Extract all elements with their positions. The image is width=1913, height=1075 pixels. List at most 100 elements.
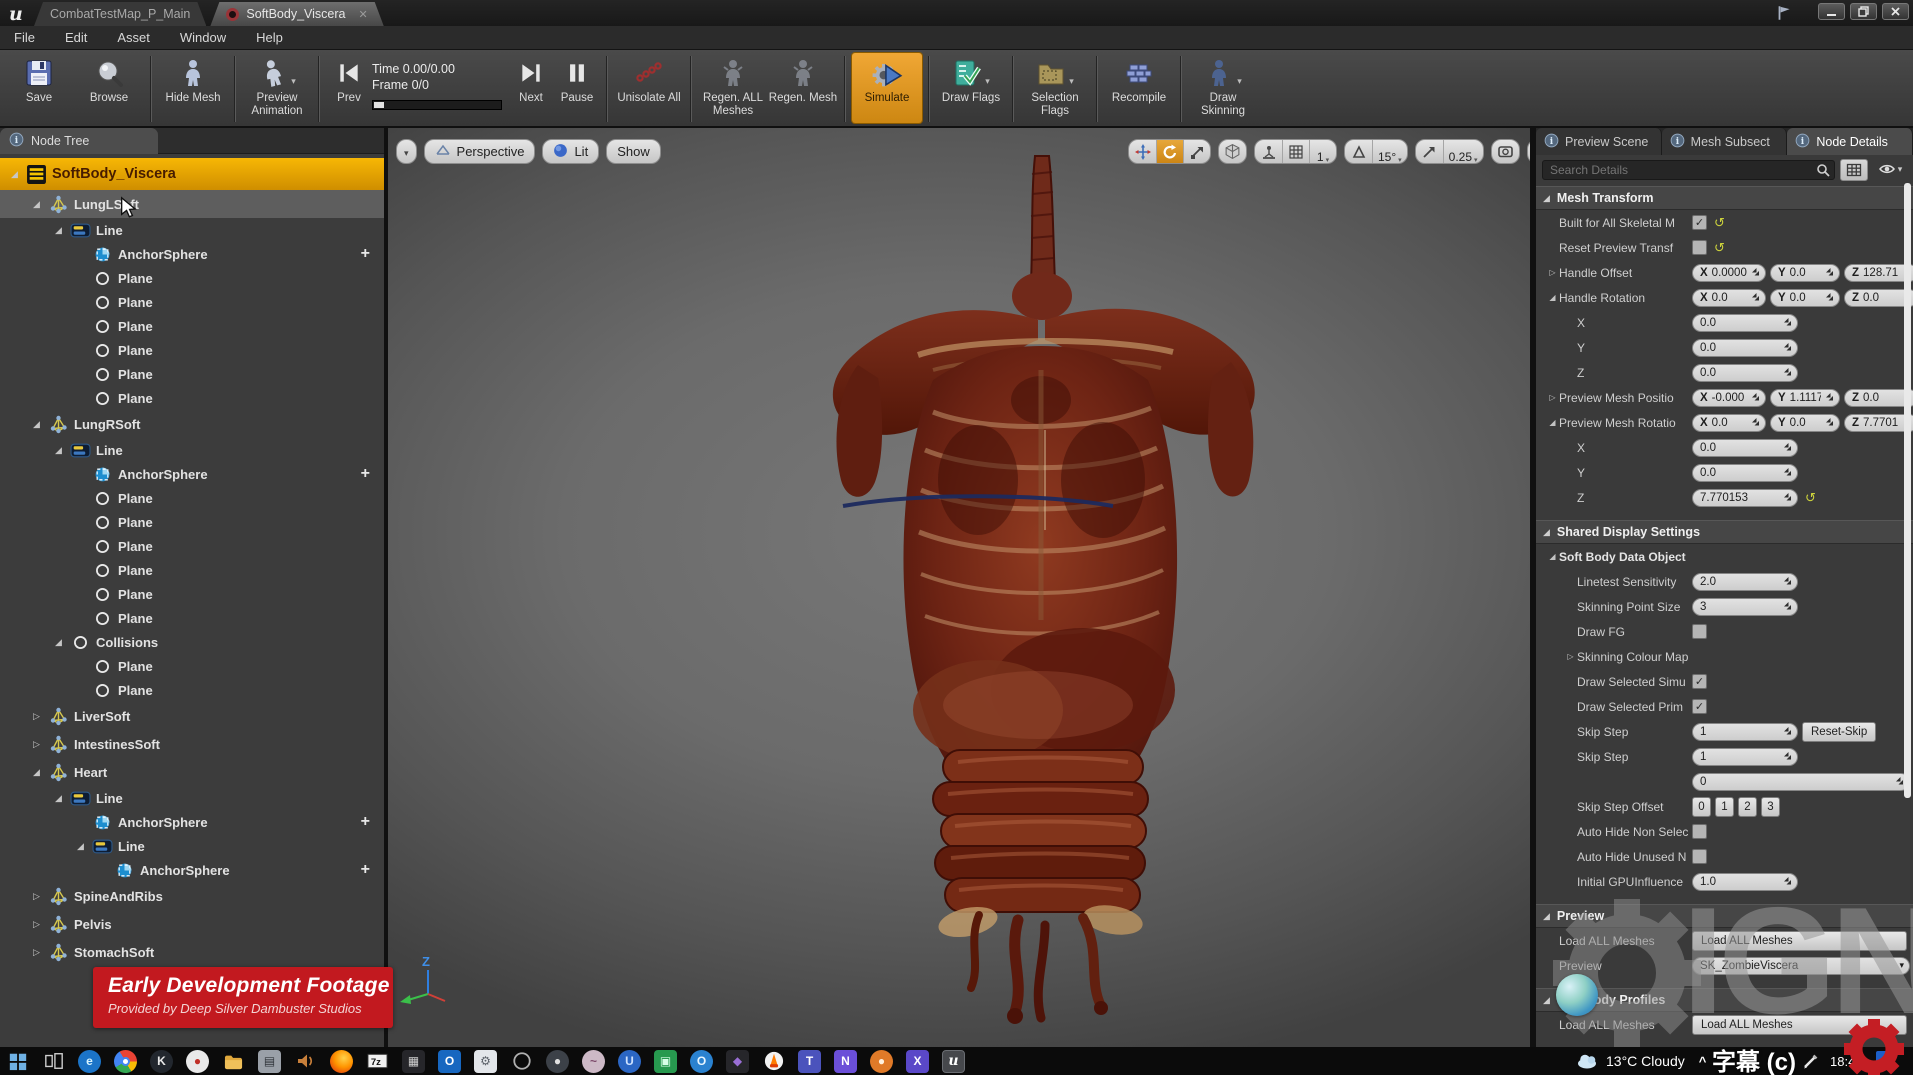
drag-handle-icon[interactable] xyxy=(1825,392,1834,404)
drag-handle-icon[interactable] xyxy=(1783,367,1792,379)
taskbar-icon-unreal-editor[interactable]: u xyxy=(942,1050,965,1073)
expand-arrow-icon[interactable]: ◢ xyxy=(1546,552,1559,561)
taskbar-icon-diamond-app[interactable]: ◆ xyxy=(726,1050,749,1073)
collapse-arrow-icon[interactable]: ▷ xyxy=(28,919,45,930)
show-button[interactable]: Show xyxy=(606,139,661,164)
offset-button-2[interactable]: 2 xyxy=(1738,797,1757,817)
tab-preview-scene[interactable]: iPreview Scene xyxy=(1536,128,1662,155)
lit-mode-button[interactable]: Lit xyxy=(542,139,599,164)
asset-tab-combattestmap-p-main[interactable]: CombatTestMap_P_Main xyxy=(34,2,206,26)
z-value-field[interactable]: Z0.0 xyxy=(1844,389,1913,407)
tree-item-heart[interactable]: ◢Heart xyxy=(0,758,384,786)
tree-item-plane[interactable]: Plane xyxy=(0,678,384,702)
clock-text[interactable]: 18:41 xyxy=(1830,1054,1863,1069)
regen-mesh-button[interactable]: Regen. Mesh xyxy=(768,53,838,105)
menu-item-asset[interactable]: Asset xyxy=(117,30,150,45)
offset-button-1[interactable]: 1 xyxy=(1715,797,1734,817)
tree-item-plane[interactable]: Plane xyxy=(0,510,384,534)
surface-snap-button[interactable] xyxy=(1255,139,1282,164)
tree-item-line[interactable]: ◢Line xyxy=(0,786,384,810)
chevron-down-icon[interactable]: ▾ xyxy=(1069,75,1074,88)
tree-item-plane[interactable]: Plane xyxy=(0,338,384,362)
rotation-snap-value[interactable]: 15°▾ xyxy=(1372,139,1407,164)
selection-flags-button[interactable]: ▾Selection Flags xyxy=(1020,53,1090,118)
taskbar-icon-firefox-browser[interactable] xyxy=(330,1050,353,1073)
taskbar-icon-file-explorer[interactable] xyxy=(222,1050,245,1073)
close-button[interactable] xyxy=(1882,3,1909,20)
taskbar-icon-edge-browser[interactable]: e xyxy=(78,1050,101,1073)
minimize-button[interactable] xyxy=(1818,3,1845,20)
tree-item-stomachsoft[interactable]: ▷StomachSoft xyxy=(0,938,384,966)
taskbar-icon-shield-app[interactable]: U xyxy=(618,1050,641,1073)
regen-all-meshes-button[interactable]: Regen. ALL Meshes xyxy=(698,53,768,118)
grid-snap-value[interactable]: 1▾ xyxy=(1309,139,1336,164)
tree-item-pelvis[interactable]: ▷Pelvis xyxy=(0,910,384,938)
tree-item-line[interactable]: ◢Line xyxy=(0,834,384,858)
taskbar-icon-vs-app[interactable]: X xyxy=(906,1050,929,1073)
spin-value-field[interactable]: 1 xyxy=(1692,723,1798,741)
tree-item-spineandribs[interactable]: ▷SpineAndRibs xyxy=(0,882,384,910)
x-value-field[interactable]: X0.0000 xyxy=(1692,264,1766,282)
load-all-meshes-button[interactable]: Load ALL Meshes xyxy=(1692,931,1907,951)
drag-handle-icon[interactable] xyxy=(1783,601,1792,613)
drag-handle-icon[interactable] xyxy=(1825,417,1834,429)
expand-arrow-icon[interactable]: ◢ xyxy=(1546,418,1559,427)
rotation-snap-button[interactable] xyxy=(1345,139,1372,164)
tree-item-plane[interactable]: Plane xyxy=(0,290,384,314)
expand-arrow-icon[interactable]: ◢ xyxy=(72,841,89,852)
spin-value-field[interactable]: 7.770153 xyxy=(1692,489,1798,507)
viewport-3d[interactable]: ▾ Perspective Lit Show 1▾ xyxy=(388,128,1530,1047)
add-node-button[interactable]: + xyxy=(361,245,370,263)
expand-arrow-icon[interactable]: ◢ xyxy=(28,767,45,778)
expand-arrow-icon[interactable]: ◢ xyxy=(1546,293,1559,302)
drag-handle-icon[interactable] xyxy=(1751,292,1760,304)
drag-handle-icon[interactable] xyxy=(1783,576,1792,588)
expand-arrow-icon[interactable]: ◢ xyxy=(50,445,67,456)
tree-item-plane[interactable]: Plane xyxy=(0,362,384,386)
checkbox[interactable] xyxy=(1692,824,1707,839)
add-node-button[interactable]: + xyxy=(361,861,370,879)
section-preview[interactable]: ◢Preview xyxy=(1536,904,1913,928)
tree-item-anchorsphere[interactable]: AnchorSphere+ xyxy=(0,242,384,266)
pause-button[interactable]: Pause xyxy=(554,53,600,105)
checkbox-checked[interactable]: ✓ xyxy=(1692,674,1707,689)
taskbar-icon-purple-n-app[interactable]: N xyxy=(834,1050,857,1073)
tree-item-collisions[interactable]: ◢Collisions xyxy=(0,630,384,654)
spin-value-field[interactable]: 0.0 xyxy=(1692,464,1798,482)
checkbox-checked[interactable]: ✓ xyxy=(1692,215,1707,230)
camera-button[interactable] xyxy=(1492,139,1519,164)
save-button[interactable]: Save xyxy=(4,53,74,105)
spin-value-field[interactable]: 0.0 xyxy=(1692,339,1798,357)
reset-to-default-icon[interactable]: ↺ xyxy=(1805,491,1816,504)
drag-handle-icon[interactable] xyxy=(1783,876,1792,888)
collapse-arrow-icon[interactable]: ▷ xyxy=(28,947,45,958)
tree-item-softbody-viscera[interactable]: ◢SoftBody_Viscera xyxy=(0,158,384,190)
add-node-button[interactable]: + xyxy=(361,813,370,831)
menu-item-help[interactable]: Help xyxy=(256,30,283,45)
drag-handle-icon[interactable] xyxy=(1783,317,1792,329)
drag-handle-icon[interactable] xyxy=(1825,267,1834,279)
expand-arrow-icon[interactable]: ▷ xyxy=(1564,652,1577,661)
checkbox[interactable] xyxy=(1692,849,1707,864)
offset-button-0[interactable]: 0 xyxy=(1692,797,1711,817)
collapse-arrow-icon[interactable]: ▷ xyxy=(28,891,45,902)
tray-expand-chevron[interactable]: ^ xyxy=(1699,1054,1707,1069)
grid-snap-button[interactable] xyxy=(1282,139,1309,164)
drag-handle-icon[interactable] xyxy=(1783,442,1792,454)
taskbar-icon-orange-app[interactable]: ● xyxy=(870,1050,893,1073)
tree-item-lungrsoft[interactable]: ◢LungRSoft xyxy=(0,410,384,438)
chevron-down-icon[interactable]: ▾ xyxy=(985,75,990,88)
collapse-arrow-icon[interactable]: ▷ xyxy=(28,739,45,750)
pen-icon[interactable] xyxy=(1802,1053,1819,1073)
y-value-field[interactable]: Y1.1117 xyxy=(1770,389,1840,407)
taskbar-icon-teal-app[interactable]: O xyxy=(690,1050,713,1073)
drag-handle-icon[interactable] xyxy=(1783,726,1792,738)
chevron-down-icon[interactable]: ▾ xyxy=(291,75,296,88)
draw-flags-button[interactable]: ▾Draw Flags xyxy=(936,53,1006,105)
next-button[interactable]: Next xyxy=(508,53,554,105)
taskbar-icon-chrome-browser[interactable] xyxy=(114,1050,137,1073)
spin-value-field[interactable]: 1 xyxy=(1692,748,1798,766)
checkbox[interactable] xyxy=(1692,624,1707,639)
taskbar-icon-teams-app[interactable]: T xyxy=(798,1050,821,1073)
menu-item-edit[interactable]: Edit xyxy=(65,30,87,45)
